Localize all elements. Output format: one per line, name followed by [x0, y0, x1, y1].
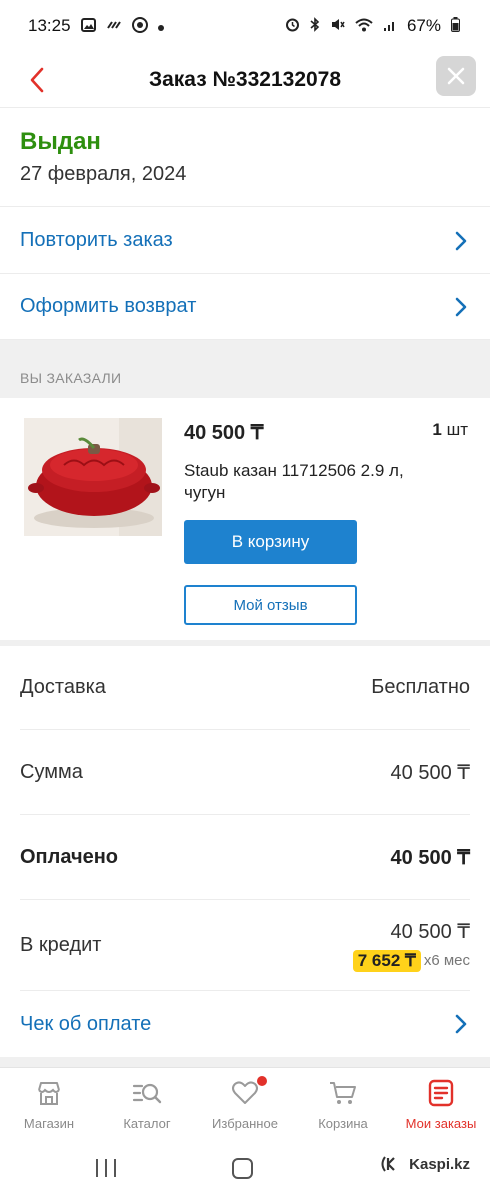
heart-icon: [230, 1078, 260, 1108]
payment-receipt-row[interactable]: Чек об оплате: [0, 991, 490, 1057]
bluetooth-icon: [310, 17, 320, 35]
quantity-number: 1: [432, 420, 442, 439]
credit-values: 40 500 ₸ 7 652 ₸ x6 мес: [352, 919, 470, 972]
sum-value: 40 500 ₸: [390, 761, 470, 784]
bottom-navigation: Магазин Каталог Избранное Корзина Мои за…: [0, 1067, 490, 1139]
dot-icon: [157, 18, 164, 34]
payment-receipt-label: Чек об оплате: [20, 1012, 152, 1035]
repeat-order-row[interactable]: Повторить заказ: [0, 208, 490, 274]
nav-cart[interactable]: Корзина: [294, 1068, 392, 1139]
product-image[interactable]: [24, 418, 162, 536]
chevron-right-icon: [455, 297, 467, 316]
section-divider-bottom: [0, 1057, 490, 1067]
notification-dot: [257, 1076, 267, 1086]
page-title: Заказ №332132078: [148, 67, 342, 91]
order-date: 27 февраля, 2024: [20, 163, 187, 185]
alarm-icon: [285, 17, 300, 35]
delivery-value: Бесплатно: [371, 676, 470, 698]
system-navigation-bar: Kaspi.kz: [0, 1139, 490, 1200]
my-review-button[interactable]: Мой отзыв: [184, 585, 357, 625]
credit-value: 40 500 ₸: [390, 920, 470, 943]
watermark: Kaspi.kz: [379, 1153, 470, 1175]
add-to-cart-button[interactable]: В корзину: [184, 520, 357, 564]
shop-icon: [34, 1078, 64, 1108]
order-status-block: Выдан 27 февраля, 2024: [0, 109, 490, 207]
return-order-label: Оформить возврат: [20, 295, 197, 317]
clock: 13:25: [28, 16, 71, 35]
order-details-screen: 13:25 67% Заказ №332132078 Выдан 27 февр…: [0, 0, 490, 1200]
nav-shop-label: Магазин: [23, 1116, 75, 1131]
catalog-search-icon: [132, 1078, 162, 1108]
status-bar: 13:25 67%: [0, 0, 490, 52]
kaspi-logo-icon: [381, 1156, 395, 1172]
back-button[interactable]: [22, 62, 52, 98]
orders-icon: [426, 1078, 456, 1108]
nav-shop[interactable]: Магазин: [0, 1068, 98, 1139]
watermark-text: Kaspi.kz: [409, 1155, 470, 1173]
wifi-calling-icon: [106, 18, 122, 35]
cart-icon: [328, 1078, 358, 1108]
app-header: Заказ №332132078: [0, 52, 490, 108]
nav-favorites[interactable]: Избранное: [196, 1068, 294, 1139]
signal-icon: [383, 18, 397, 35]
delivery-row: Доставка Бесплатно: [20, 646, 470, 730]
gallery-icon: [80, 17, 96, 35]
close-button[interactable]: [436, 56, 476, 96]
nav-catalog-label: Каталог: [123, 1116, 171, 1131]
order-status: Выдан: [20, 128, 101, 155]
nav-my-orders[interactable]: Мои заказы: [392, 1068, 490, 1139]
paid-value: 40 500 ₸: [390, 846, 470, 869]
nav-favorites-label: Избранное: [212, 1116, 278, 1131]
battery-icon: [451, 17, 460, 35]
product-card: 40 500 ₸ 1 шт Staub казан 11712506 2.9 л…: [0, 398, 490, 640]
sum-label: Сумма: [20, 760, 83, 783]
delivery-label: Доставка: [20, 676, 106, 698]
paid-row: Оплачено 40 500 ₸: [20, 815, 470, 900]
monthly-term: x6 мес: [423, 952, 470, 969]
mute-icon: [330, 17, 345, 35]
chevron-right-icon: [455, 231, 467, 250]
credit-row: В кредит 40 500 ₸ 7 652 ₸ x6 мес: [20, 900, 470, 991]
paid-label: Оплачено: [20, 845, 118, 868]
product-price: 40 500 ₸: [184, 422, 264, 444]
product-quantity: 1 шт: [432, 420, 468, 440]
chevron-left-icon: [30, 67, 44, 93]
credit-label: В кредит: [20, 933, 102, 956]
recents-icon: [96, 1159, 116, 1177]
cast-iron-pot-image: [24, 418, 162, 536]
target-icon: [131, 16, 148, 36]
status-bar-left: 13:25: [28, 16, 164, 36]
return-order-row[interactable]: Оформить возврат: [0, 274, 490, 340]
product-name[interactable]: Staub казан 11712506 2.9 л, чугун: [184, 460, 444, 504]
home-button[interactable]: [232, 1158, 253, 1179]
recents-button[interactable]: [95, 1158, 117, 1183]
battery-percent: 67%: [406, 16, 441, 35]
repeat-order-label: Повторить заказ: [20, 229, 173, 251]
ordered-section-title: ВЫ ЗАКАЗАЛИ: [0, 340, 490, 398]
close-icon: [447, 67, 465, 85]
sum-row: Сумма 40 500 ₸: [20, 730, 470, 815]
monthly-payment: 7 652 ₸ x6 мес: [352, 949, 470, 972]
nav-catalog[interactable]: Каталог: [98, 1068, 196, 1139]
nav-cart-label: Корзина: [318, 1116, 368, 1131]
chevron-right-icon: [455, 1014, 467, 1034]
nav-my-orders-label: Мои заказы: [405, 1116, 477, 1131]
status-bar-right: 67%: [285, 16, 460, 36]
monthly-amount-badge: 7 652 ₸: [352, 949, 421, 972]
wifi-icon: [355, 18, 373, 35]
quantity-unit: шт: [446, 420, 468, 439]
